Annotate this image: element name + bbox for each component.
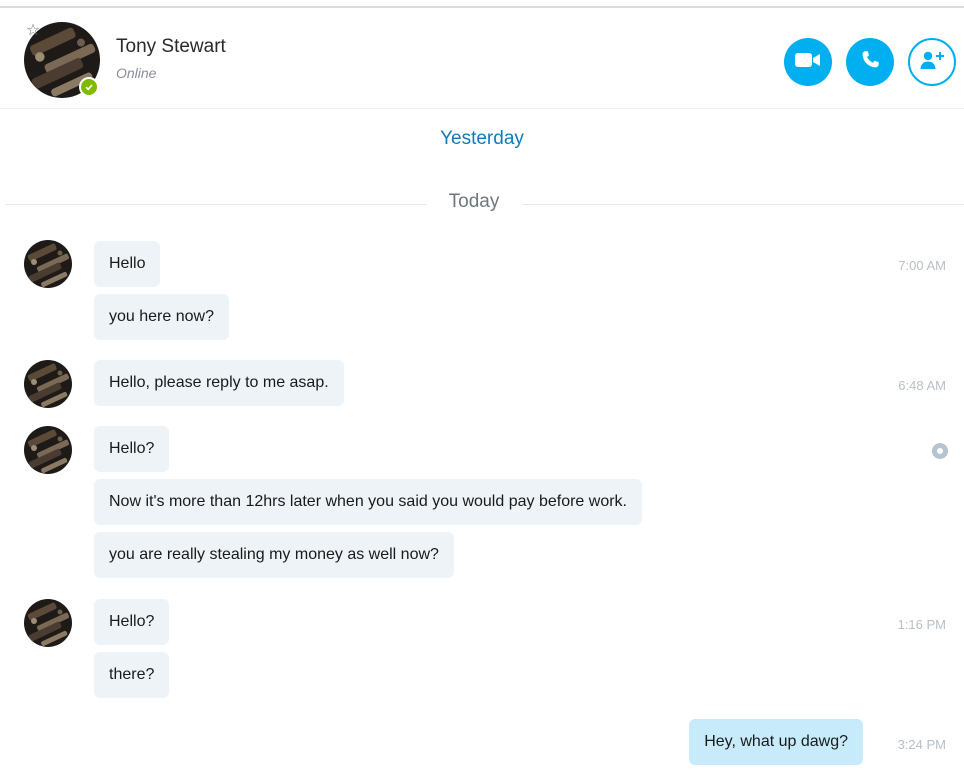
contact-status: Online <box>116 65 157 81</box>
video-call-button[interactable] <box>784 38 832 86</box>
message-bubble[interactable]: you are really stealing my money as well… <box>94 532 454 578</box>
favorite-star-icon[interactable]: ☆ <box>24 22 42 40</box>
message-bubble[interactable]: there? <box>94 652 170 698</box>
phone-icon <box>859 49 881 76</box>
message-bubble[interactable]: Now it's more than 12hrs later when you … <box>94 479 642 525</box>
sender-avatar[interactable] <box>24 360 72 408</box>
add-contact-icon <box>919 49 945 76</box>
message-bubble[interactable]: you here now? <box>94 294 229 340</box>
outgoing-message-bubble[interactable]: Hey, what up dawg? <box>689 719 863 765</box>
message-bubble[interactable]: Hello? <box>94 426 170 472</box>
message-bubble[interactable]: Hello? <box>94 599 170 645</box>
message-bubble[interactable]: Hello, please reply to me asap. <box>94 360 344 406</box>
add-participant-button[interactable] <box>908 38 956 86</box>
contact-name[interactable]: Tony Stewart <box>116 36 226 58</box>
today-label: Today <box>426 191 522 213</box>
audio-call-button[interactable] <box>846 38 894 86</box>
video-call-icon <box>795 51 821 74</box>
chat-header: ☆ Tony Stewart Online <box>0 8 964 109</box>
sender-avatar[interactable] <box>24 240 72 288</box>
message-timestamp: 7:00 AM <box>898 258 946 273</box>
sender-avatar[interactable] <box>24 599 72 647</box>
today-divider: Today <box>0 191 964 215</box>
window-top-border <box>0 0 964 8</box>
message-status-icon <box>932 443 948 459</box>
message-bubble[interactable]: Hello <box>94 241 161 287</box>
yesterday-history-link[interactable]: Yesterday <box>0 128 964 150</box>
online-status-icon <box>79 77 99 97</box>
sender-avatar[interactable] <box>24 426 72 474</box>
message-timestamp: 3:24 PM <box>897 737 946 752</box>
message-timestamp: 1:16 PM <box>897 617 946 632</box>
message-timestamp: 6:48 AM <box>898 378 946 393</box>
